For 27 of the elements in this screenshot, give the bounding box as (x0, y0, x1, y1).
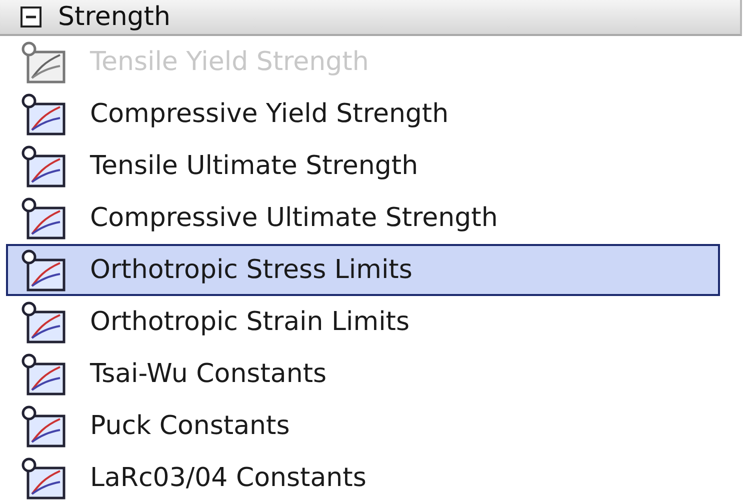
item-label: Orthotropic Strain Limits (90, 307, 410, 337)
chart-icon (20, 300, 68, 344)
item-label: Tensile Ultimate Strength (90, 151, 418, 181)
item-label: Tsai-Wu Constants (90, 359, 327, 389)
list-item[interactable]: Tsai-Wu Constants (6, 348, 720, 400)
chart-icon (20, 352, 68, 396)
list-item[interactable]: Orthotropic Strain Limits (6, 296, 720, 348)
chart-icon (20, 92, 68, 136)
chart-icon (20, 144, 68, 188)
chart-icon (20, 40, 68, 84)
list-item[interactable]: Puck Constants (6, 400, 720, 452)
item-label: LaRc03/04 Constants (90, 463, 366, 493)
chart-icon (20, 248, 68, 292)
list-item[interactable]: Compressive Ultimate Strength (6, 192, 720, 244)
item-label: Puck Constants (90, 411, 290, 441)
chart-icon (20, 196, 68, 240)
group-title: Strength (58, 4, 170, 30)
collapse-icon[interactable] (20, 6, 42, 28)
list-item[interactable]: Tensile Ultimate Strength (6, 140, 720, 192)
chart-icon (20, 404, 68, 448)
item-label: Compressive Ultimate Strength (90, 203, 498, 233)
list-item[interactable]: LaRc03/04 Constants (6, 452, 720, 500)
item-label: Orthotropic Stress Limits (90, 255, 412, 285)
list-item[interactable]: Compressive Yield Strength (6, 88, 720, 140)
item-label: Compressive Yield Strength (90, 99, 449, 129)
group-header[interactable]: Strength (0, 0, 742, 36)
list-item[interactable]: Orthotropic Stress Limits (6, 244, 720, 296)
